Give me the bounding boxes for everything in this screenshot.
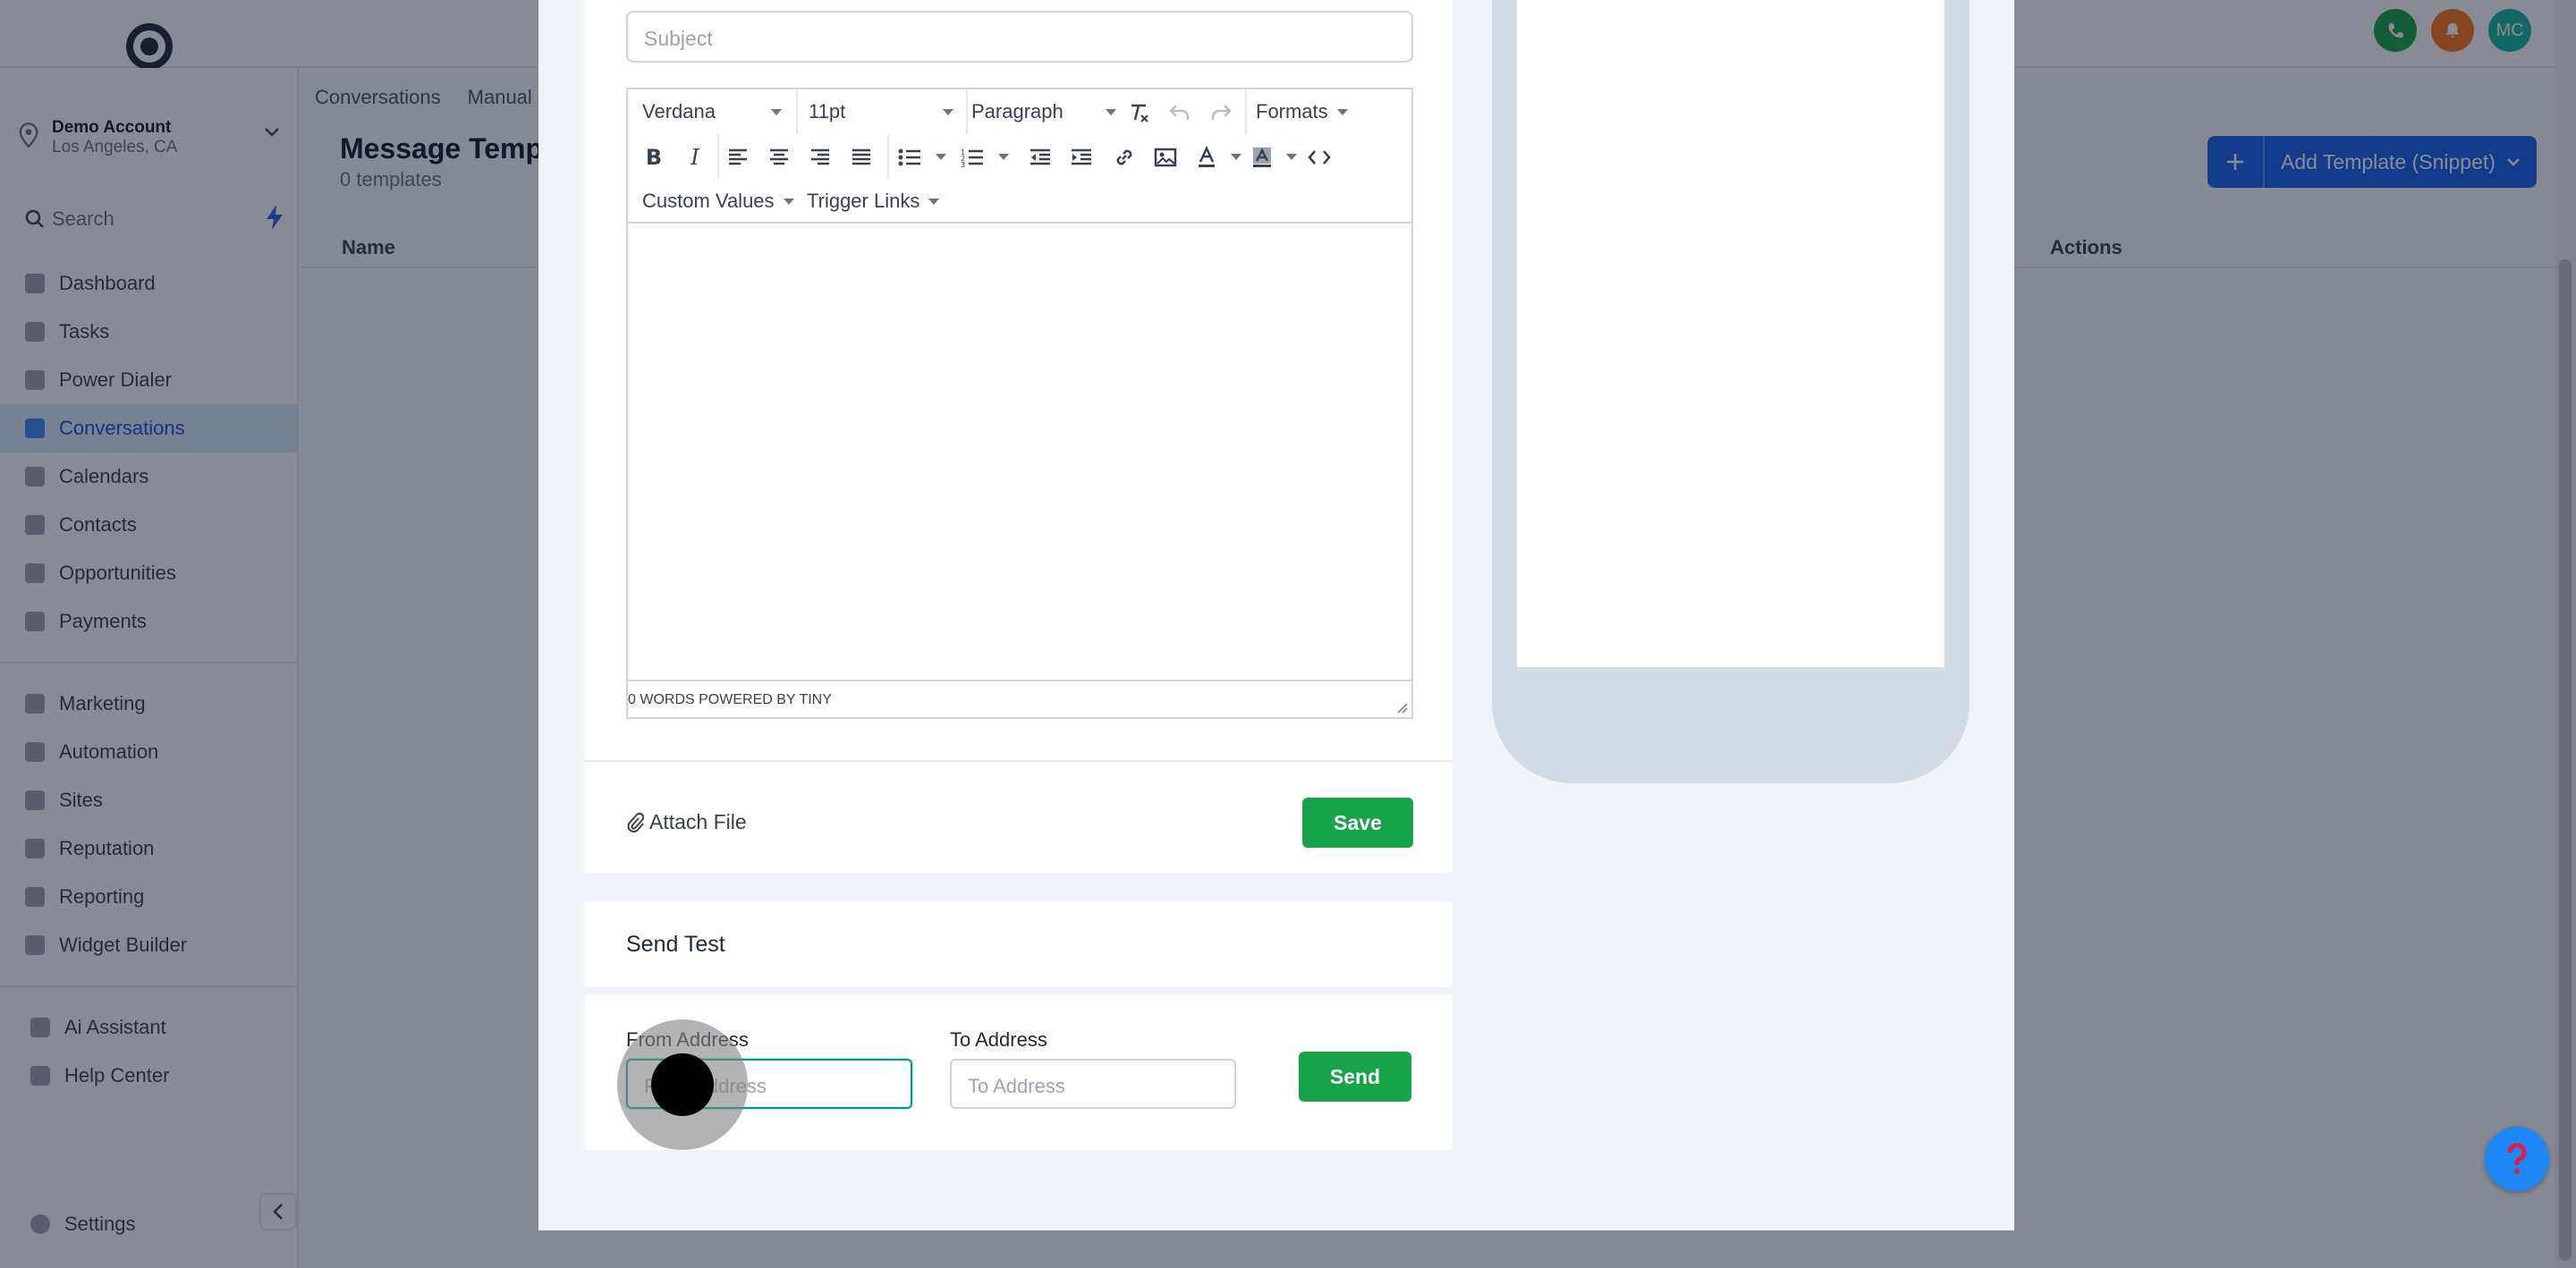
font-size-value: 11pt [809,100,846,123]
to-address-label: To Address [950,1028,1047,1051]
undo-icon[interactable] [1165,98,1195,127]
trigger-links-label: Trigger Links [807,190,920,212]
clear-formatting-icon[interactable] [1123,98,1154,127]
background-color-icon[interactable] [1247,143,1277,172]
align-center-icon[interactable] [764,143,794,172]
save-button[interactable]: Save [1302,798,1413,848]
block-format-value: Paragraph [971,100,1063,123]
cursor-dot [651,1053,714,1116]
to-address-input[interactable]: To Address [950,1059,1236,1109]
resize-handle-icon[interactable] [1395,701,1408,714]
custom-values-label: Custom Values [642,190,775,212]
attach-file-label: Attach File [649,810,747,833]
formats-menu[interactable]: Formats [1256,98,1363,125]
align-justify-icon[interactable] [846,143,877,172]
text-color-caret-icon[interactable] [1231,154,1241,160]
word-count-status: 0 WORDS POWERED BY TINY [628,692,832,707]
numbered-list-caret-icon[interactable] [998,154,1009,160]
attach-file-button[interactable]: Attach File [626,810,747,834]
font-size-select[interactable]: 11pt [809,98,961,125]
editor-statusbar: 0 WORDS POWERED BY TINY [628,680,1411,717]
editor-toolbar-row-2: B I 123 [628,134,1411,179]
bullet-list-icon[interactable] [894,143,925,172]
italic-icon[interactable]: I [680,143,710,172]
text-color-icon[interactable] [1191,143,1222,172]
block-format-select[interactable]: Paragraph [971,98,1123,125]
numbered-list-icon[interactable]: 123 [957,143,987,172]
background-color-caret-icon[interactable] [1286,154,1297,160]
bullet-list-caret-icon[interactable] [936,154,946,160]
subject-placeholder: Subject [644,27,713,50]
bold-icon[interactable]: B [639,143,669,172]
editor-toolbar-row-3: Custom Values Trigger Links [628,179,1411,224]
question-icon [2507,1143,2527,1174]
svg-text:3: 3 [961,161,965,167]
align-right-icon[interactable] [805,143,835,172]
link-icon[interactable] [1109,143,1140,172]
subject-input[interactable]: Subject [626,11,1413,63]
send-test-title: Send Test [626,932,725,957]
rich-text-editor: Verdana 11pt Paragraph Formats B I 123 C… [626,88,1413,719]
paperclip-icon [626,812,644,833]
indent-icon[interactable] [1066,143,1097,172]
outdent-icon[interactable] [1025,143,1055,172]
help-widget-button[interactable] [2485,1127,2549,1191]
editor-content-area[interactable] [628,225,1411,680]
formats-label: Formats [1256,100,1328,123]
trigger-links-menu[interactable]: Trigger Links [807,188,940,215]
section-divider [585,760,1453,762]
editor-toolbar-row-1: Verdana 11pt Paragraph Formats [628,89,1411,134]
align-left-icon[interactable] [723,143,753,172]
send-test-button[interactable]: Send [1299,1052,1411,1102]
to-address-placeholder: To Address [968,1075,1065,1097]
custom-values-menu[interactable]: Custom Values [642,188,794,215]
font-family-select[interactable]: Verdana [642,98,794,125]
redo-icon[interactable] [1206,98,1236,127]
image-icon[interactable] [1150,143,1181,172]
font-family-value: Verdana [642,100,716,123]
source-code-icon[interactable] [1304,143,1335,172]
phone-preview-screen [1517,0,1945,667]
